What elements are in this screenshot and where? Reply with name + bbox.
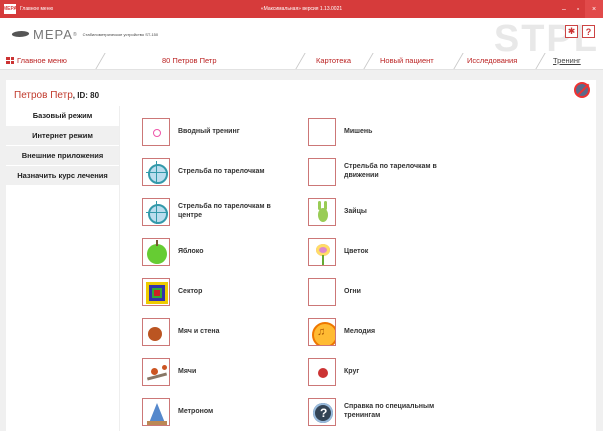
window-menu-name: Главное меню: [20, 6, 54, 12]
main-menu-label: Главное меню: [17, 56, 67, 65]
exercise-skeet-moving[interactable]: Стрельба по тарелочкам в движении: [308, 158, 454, 186]
sidebar-item-assign-course[interactable]: Назначить курс лечения: [6, 166, 119, 186]
exercise-sector[interactable]: Сектор: [142, 278, 288, 306]
exercise-label: Сектор: [178, 287, 203, 295]
bullseye-icon: [308, 118, 336, 146]
nav-separator: [95, 53, 106, 69]
settings-icon[interactable]: ✱: [565, 25, 578, 38]
exercise-label: Мяч и стена: [178, 327, 220, 335]
flower-icon: [308, 238, 336, 266]
exercise-special-help[interactable]: Справка по специальным тренингам: [308, 398, 454, 426]
crosshair-center-icon: [142, 198, 170, 226]
sidebar: Базовый режим Интернет режим Внешние при…: [6, 106, 119, 186]
exercise-label: Огни: [344, 287, 361, 295]
exercise-ball-wall[interactable]: Мяч и стена: [142, 318, 288, 346]
exercise-label: Стрельба по тарелочкам: [178, 167, 265, 175]
crosshair-icon: [142, 158, 170, 186]
brand-bar: МЕРА ® Стабилометрическое устройство ST-…: [0, 18, 603, 60]
help-icon: [308, 398, 336, 426]
nav-separator: [535, 53, 546, 69]
grid-menu-icon: [6, 57, 14, 64]
nav-separator: [453, 53, 464, 69]
exercise-label: Стрельба по тарелочкам в центре: [178, 203, 271, 219]
exercise-skeet-center[interactable]: Стрельба по тарелочкам в центре: [142, 198, 288, 226]
circle-icon: [308, 358, 336, 386]
tab-card-file[interactable]: Картотека: [316, 56, 351, 65]
disabled-mode-icon[interactable]: [574, 82, 590, 98]
exercise-label: Цветок: [344, 247, 369, 255]
current-patient: 80 Петров Петр: [162, 56, 217, 65]
exercise-melody[interactable]: Мелодия: [308, 318, 454, 346]
exercise-label: Стрельба по тарелочкам в движении: [344, 163, 437, 179]
mera-logo: МЕРА ® Стабилометрическое устройство ST-…: [12, 27, 158, 42]
exercise-intro-training[interactable]: Вводный тренинг: [142, 118, 288, 146]
maximize-button[interactable]: ▫: [571, 0, 585, 18]
tab-new-patient[interactable]: Новый пациент: [380, 56, 434, 65]
tab-training[interactable]: Тренинг: [553, 56, 581, 65]
sidebar-item-external-apps[interactable]: Внешние приложения: [6, 146, 119, 166]
logo-text: МЕРА: [33, 27, 73, 42]
exercise-flower[interactable]: Цветок: [308, 238, 454, 266]
exercise-label: Мелодия: [344, 327, 376, 335]
sidebar-item-internet-mode[interactable]: Интернет режим: [6, 126, 119, 146]
exercise-skeet-shooting[interactable]: Стрельба по тарелочкам: [142, 158, 288, 186]
exercise-label: Круг: [344, 367, 360, 375]
exercise-label: Метроном: [178, 407, 214, 415]
exercise-apple[interactable]: Яблоко: [142, 238, 288, 266]
exercise-label: Мячи: [178, 367, 197, 375]
tab-studies[interactable]: Исследования: [467, 56, 517, 65]
logo-registered: ®: [72, 31, 77, 38]
bunny-icon: [308, 198, 336, 226]
balls-icon: [142, 358, 170, 386]
minimize-button[interactable]: –: [557, 0, 571, 18]
logo-mark-icon: [12, 30, 30, 39]
apple-icon: [142, 238, 170, 266]
grid-target-icon: [142, 118, 170, 146]
lights-icon: [308, 278, 336, 306]
sector-icon: [142, 278, 170, 306]
patient-header: Петров Петр, ID: 80: [14, 90, 99, 101]
exercise-panel: Вводный тренинг Стрельба по тарелочкам С…: [119, 106, 596, 431]
metronome-icon: [142, 398, 170, 426]
exercise-label: Справка по специальным тренингам: [344, 403, 435, 419]
main-menu-link[interactable]: Главное меню: [6, 56, 67, 65]
app-logo-icon: МЕРА: [3, 4, 18, 14]
nav-bar: Главное меню 80 Петров Петр Картотека Но…: [0, 52, 603, 70]
exercise-label: Яблоко: [178, 247, 204, 255]
exercise-hares[interactable]: Зайцы: [308, 198, 454, 226]
patient-id: , ID: 80: [72, 91, 100, 100]
exercise-lights[interactable]: Огни: [308, 278, 454, 306]
exercise-label: Зайцы: [344, 207, 367, 215]
moving-targets-icon: [308, 158, 336, 186]
help-icon[interactable]: ?: [582, 25, 595, 38]
melody-icon: [308, 318, 336, 346]
exercise-target[interactable]: Мишень: [308, 118, 454, 146]
close-button[interactable]: ×: [585, 0, 603, 18]
exercise-label: Вводный тренинг: [178, 127, 240, 135]
exercise-label: Мишень: [344, 127, 373, 135]
sidebar-item-basic-mode[interactable]: Базовый режим: [6, 106, 119, 126]
exercise-balls[interactable]: Мячи: [142, 358, 288, 386]
content-area: Петров Петр, ID: 80 Базовый режим Интерн…: [6, 80, 596, 431]
ball-wall-icon: [142, 318, 170, 346]
exercise-circle[interactable]: Круг: [308, 358, 454, 386]
nav-separator: [295, 53, 306, 69]
window-title: «Максимальная» версия 1.13.0021: [260, 6, 343, 12]
device-name: Стабилометрическое устройство ST-150: [82, 32, 159, 37]
exercise-metronome[interactable]: Метроном: [142, 398, 288, 426]
nav-separator: [363, 53, 374, 69]
patient-name: Петров Петр: [14, 90, 73, 101]
title-bar: МЕРА Главное меню «Максимальная» версия …: [0, 0, 603, 18]
